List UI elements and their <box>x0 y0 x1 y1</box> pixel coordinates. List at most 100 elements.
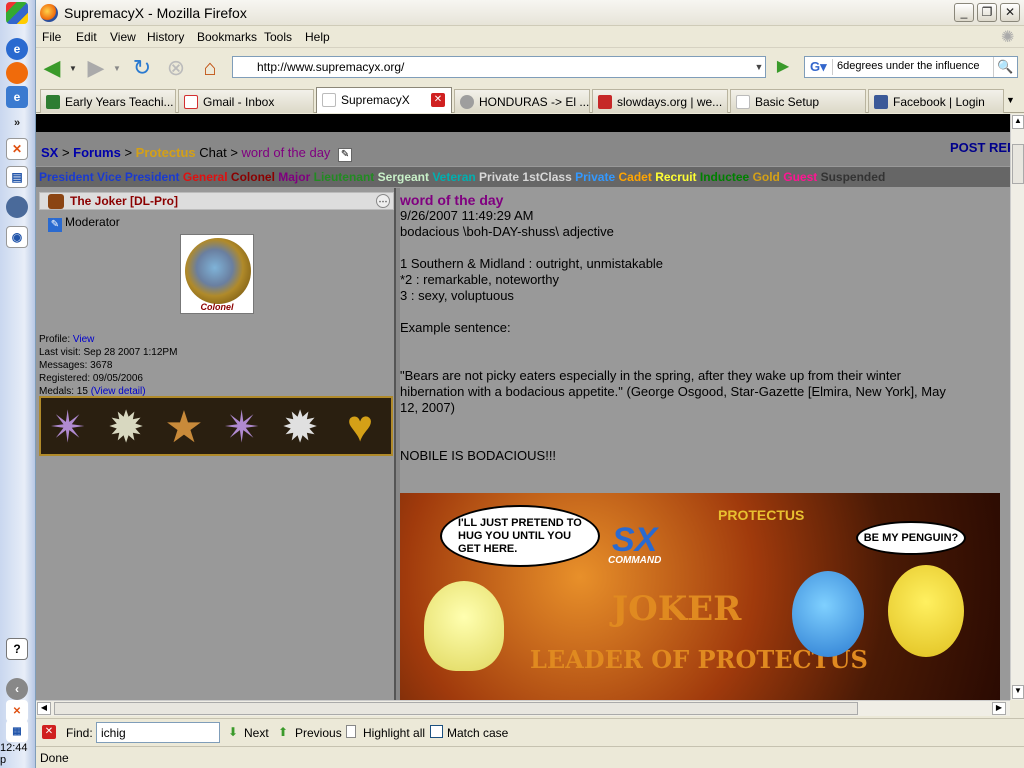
menu-file[interactable]: File <box>42 30 61 44</box>
post-reply-link[interactable]: POST REP <box>950 140 1010 155</box>
match-case-checkbox[interactable] <box>430 725 443 738</box>
tools-icon[interactable]: ✕ <box>6 138 28 160</box>
medal-star-purple-2-icon[interactable]: ✴ <box>219 402 265 452</box>
post-line: hibernation with a bodacious appetite." … <box>400 384 946 399</box>
yellow-character-right <box>888 565 964 657</box>
tab-supremacyx[interactable]: SupremacyX ✕ <box>316 87 452 113</box>
hscroll-thumb[interactable] <box>54 702 858 715</box>
medal-star-purple-icon[interactable]: ✴ <box>45 402 91 452</box>
avatar-rank-label: Colonel <box>200 302 234 312</box>
document-icon[interactable]: ▤ <box>6 166 28 188</box>
highlight-all-button[interactable]: Highlight all <box>363 726 425 740</box>
expand-chevron-icon[interactable]: » <box>6 112 28 134</box>
menu-tools[interactable]: Tools <box>264 30 292 44</box>
status-text: Done <box>40 751 69 765</box>
colonel-badge-image <box>185 238 251 304</box>
tray-network-icon[interactable]: ▦ <box>6 720 28 742</box>
firefox-icon[interactable] <box>6 62 28 84</box>
find-input[interactable]: ichig <box>96 722 220 743</box>
find-bar: ✕ Find: ichig ⬇ Next ⬆ Previous Highligh… <box>36 718 1024 746</box>
find-next-button[interactable]: Next <box>244 726 269 740</box>
gmail-icon <box>184 95 198 109</box>
tab-list-dropdown[interactable]: ▼ <box>1006 95 1015 105</box>
close-window-button[interactable]: ✕ <box>1000 3 1020 22</box>
maximize-button[interactable]: ❐ <box>977 3 997 22</box>
rank-veteran: Veteran <box>432 170 476 184</box>
window-title: SupremacyX - Mozilla Firefox <box>64 5 247 21</box>
scroll-down-button[interactable]: ▼ <box>1012 685 1024 699</box>
moderator-icon: ✎ <box>48 218 62 232</box>
search-icon[interactable]: 🔍 <box>993 57 1017 77</box>
start-button[interactable] <box>6 2 28 24</box>
edit-icon[interactable]: ✎ <box>338 148 353 162</box>
home-icon[interactable]: ⌂ <box>196 54 224 82</box>
vertical-scrollbar[interactable]: ▲ ▼ <box>1010 114 1024 700</box>
go-button[interactable]: ▶ <box>772 57 794 77</box>
google-engine-icon[interactable]: G▾ <box>807 59 833 75</box>
breadcrumb-group[interactable]: Protectus <box>136 145 196 160</box>
tab-early-years[interactable]: Early Years Teachi... <box>40 89 176 113</box>
author-name-bar: The Joker [DL-Pro] ⋯ <box>39 192 394 210</box>
tab-favicon-icon <box>46 95 60 109</box>
firefox-task-icon[interactable] <box>6 196 28 218</box>
reload-icon[interactable]: ↻ <box>128 54 156 82</box>
find-previous-button[interactable]: Previous <box>295 726 342 740</box>
medal-white-icon[interactable]: ✹ <box>277 402 323 452</box>
status-bar: Done <box>36 746 1024 768</box>
url-dropdown-icon[interactable]: ▼ <box>752 57 766 77</box>
back-circle-icon[interactable]: ‹ <box>6 678 28 700</box>
ie-alt-icon[interactable]: e <box>6 86 28 108</box>
minimize-button[interactable]: _ <box>954 3 974 22</box>
ie-icon[interactable]: e <box>6 38 28 60</box>
scroll-up-button[interactable]: ▲ <box>1012 115 1024 129</box>
breadcrumb-forums[interactable]: Forums <box>73 145 121 160</box>
menu-view[interactable]: View <box>110 30 136 44</box>
menu-edit[interactable]: Edit <box>76 30 97 44</box>
menu-bookmarks[interactable]: Bookmarks <box>197 30 257 44</box>
forward-history-dropdown[interactable]: ▼ <box>110 54 124 82</box>
user-options-icon[interactable]: ⋯ <box>376 194 390 208</box>
url-field[interactable]: http://www.supremacyx.org/ <box>232 56 766 78</box>
search-box[interactable]: G▾ 6degrees under the influence 🔍 <box>804 56 1018 78</box>
medal-heart-icon[interactable]: ♥ <box>337 402 383 452</box>
forward-button[interactable]: ▶ <box>82 54 110 82</box>
tab-basic-setup[interactable]: Basic Setup <box>730 89 866 113</box>
medal-bronze-star-icon[interactable]: ★ <box>161 402 207 452</box>
match-case-label[interactable]: Match case <box>447 726 508 740</box>
rank-suspended: Suspended <box>820 170 886 184</box>
scroll-left-button[interactable]: ◀ <box>37 702 51 715</box>
close-find-icon[interactable]: ✕ <box>42 725 56 739</box>
post-title: word of the day <box>400 192 504 208</box>
help-icon[interactable]: ? <box>6 638 28 660</box>
tray-icon[interactable]: ✕ <box>6 700 28 722</box>
title-bar: SupremacyX - Mozilla Firefox _ ❐ ✕ <box>36 0 1024 26</box>
medal-silver-icon[interactable]: ✹ <box>103 402 149 452</box>
scroll-right-button[interactable]: ▶ <box>992 702 1006 715</box>
highlight-icon[interactable] <box>346 725 356 738</box>
back-button[interactable]: ◀ <box>38 54 66 82</box>
profile-view-link[interactable]: View <box>73 334 95 345</box>
back-history-dropdown[interactable]: ▼ <box>66 54 80 82</box>
rank-inductee: Inductee <box>699 170 750 184</box>
rank-private: Private <box>575 170 616 184</box>
find-next-icon[interactable]: ⬇ <box>228 725 238 739</box>
scroll-thumb[interactable] <box>1012 144 1024 184</box>
tab-gmail[interactable]: Gmail - Inbox <box>178 89 314 113</box>
menu-bar: File Edit View History Bookmarks Tools H… <box>36 26 1024 48</box>
stop-icon[interactable]: ⊗ <box>162 54 190 82</box>
author-name[interactable]: The Joker [DL-Pro] <box>70 194 178 208</box>
menu-history[interactable]: History <box>147 30 184 44</box>
rank-general: General <box>182 170 228 184</box>
horizontal-scrollbar[interactable]: ◀ ▶ <box>36 700 1010 716</box>
breadcrumb-topic[interactable]: word of the day <box>242 145 331 160</box>
tab-facebook[interactable]: Facebook | Login <box>868 89 1004 113</box>
firefox-logo-icon <box>40 4 58 22</box>
find-previous-icon[interactable]: ⬆ <box>278 725 288 739</box>
tab-slowdays[interactable]: slowdays.org | we... <box>592 89 728 113</box>
breadcrumb-sx[interactable]: SX <box>41 145 58 160</box>
network-icon[interactable]: ◉ <box>6 226 28 248</box>
tab-honduras[interactable]: HONDURAS -> El ... <box>454 89 590 113</box>
search-input[interactable]: 6degrees under the influence <box>837 60 980 72</box>
menu-help[interactable]: Help <box>305 30 330 44</box>
close-tab-icon[interactable]: ✕ <box>431 93 445 107</box>
